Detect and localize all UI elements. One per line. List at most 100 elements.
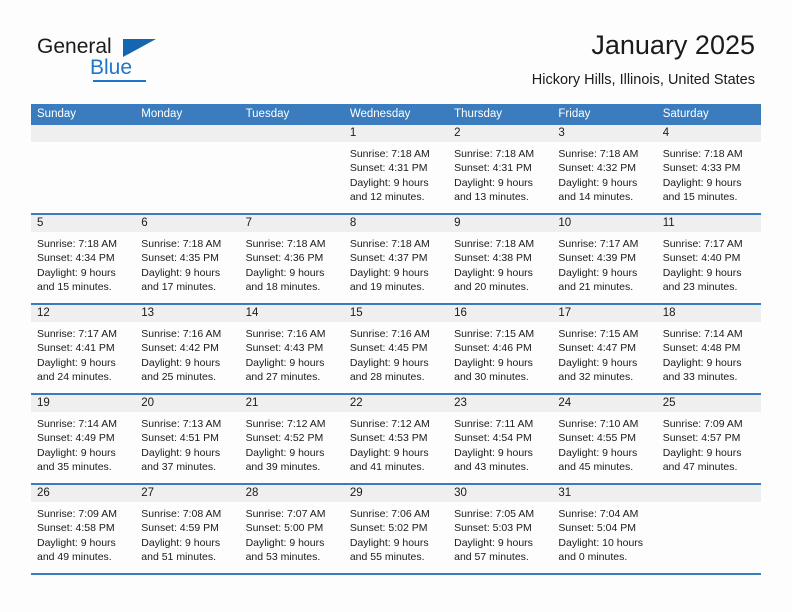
sunrise-text: Sunrise: 7:15 AM <box>454 328 535 340</box>
day-number: 28 <box>239 485 344 502</box>
day-number: 20 <box>135 395 240 412</box>
calendar-day-cell[interactable]: 18 Sunrise: 7:14 AM Sunset: 4:48 PM Dayligh… <box>656 305 761 393</box>
daylight-text-line1: Daylight: 9 hours <box>245 266 325 279</box>
calendar-day-cell[interactable]: 30 Sunrise: 7:05 AM Sunset: 5:03 PM Dayligh… <box>448 485 553 573</box>
day-sun-info: Sunrise: 7:18 AM Sunset: 4:33 PM Daylight:… <box>657 142 761 205</box>
calendar-day-cell[interactable]: 2 Sunrise: 7:18 AM Sunset: 4:31 PM Daylight… <box>448 125 553 213</box>
daylight-text-line2: and 39 minutes. <box>245 461 321 474</box>
sunset-text: Sunset: 4:55 PM <box>558 432 637 445</box>
day-number: 29 <box>343 485 449 502</box>
calendar-day-cell[interactable]: 9 Sunrise: 7:18 AM Sunset: 4:38 PM Daylight… <box>448 215 553 303</box>
calendar-page: General Blue January 2025 Hickory Hills,… <box>0 0 792 612</box>
day-sun-info: Sunrise: 7:18 AM Sunset: 4:36 PM Daylight:… <box>240 232 344 295</box>
day-number: 21 <box>239 395 344 412</box>
calendar-day-cell[interactable]: 26 Sunrise: 7:09 AM Sunset: 4:58 PM Dayligh… <box>31 485 136 573</box>
day-number: 25 <box>656 395 761 412</box>
sunrise-text: Sunrise: 7:09 AM <box>37 508 117 520</box>
daylight-text-line1: Daylight: 9 hours <box>245 446 325 459</box>
calendar-day-cell[interactable]: 23 Sunrise: 7:11 AM Sunset: 4:54 PM Dayligh… <box>448 395 553 483</box>
sunset-text: Sunset: 4:47 PM <box>558 342 637 355</box>
day-sun-info: Sunrise: 7:18 AM Sunset: 4:37 PM Daylight:… <box>344 232 448 295</box>
calendar-day-cell[interactable]: 17 Sunrise: 7:15 AM Sunset: 4:47 PM Dayligh… <box>552 305 657 393</box>
calendar-day-cell[interactable]: 15 Sunrise: 7:16 AM Sunset: 4:45 PM Dayligh… <box>343 305 449 393</box>
day-number: 5 <box>31 215 136 232</box>
calendar-day-cell[interactable]: 5 Sunrise: 7:18 AM Sunset: 4:34 PM Daylight… <box>31 215 136 303</box>
calendar-day-cell[interactable]: 11 Sunrise: 7:17 AM Sunset: 4:40 PM Dayligh… <box>656 215 761 303</box>
calendar-day-cell[interactable]: 20 Sunrise: 7:13 AM Sunset: 4:51 PM Dayligh… <box>135 395 240 483</box>
sunset-text: Sunset: 5:02 PM <box>349 522 428 535</box>
calendar-day-cell-empty <box>135 125 240 213</box>
sunset-text: Sunset: 4:43 PM <box>245 342 324 355</box>
daylight-text-line2: and 47 minutes. <box>662 461 738 474</box>
calendar-day-cell-empty <box>656 485 761 573</box>
calendar-day-cell[interactable]: 24 Sunrise: 7:10 AM Sunset: 4:55 PM Dayligh… <box>552 395 657 483</box>
day-number: 1 <box>343 125 449 142</box>
daylight-text-line1: Daylight: 9 hours <box>37 266 116 279</box>
daylight-text-line2: and 25 minutes. <box>141 371 216 384</box>
daylight-text-line2: and 49 minutes. <box>37 551 112 564</box>
weekday-header-sunday: Sunday <box>37 108 77 120</box>
day-number: 31 <box>552 485 657 502</box>
weekday-header-saturday: Saturday <box>662 108 709 120</box>
calendar-day-cell[interactable]: 12 Sunrise: 7:17 AM Sunset: 4:41 PM Dayligh… <box>31 305 136 393</box>
day-number: 2 <box>448 125 553 142</box>
calendar-day-cell[interactable]: 8 Sunrise: 7:18 AM Sunset: 4:37 PM Daylight… <box>343 215 449 303</box>
calendar-day-cell[interactable]: 7 Sunrise: 7:18 AM Sunset: 4:36 PM Daylight… <box>239 215 344 303</box>
daylight-text-line2: and 20 minutes. <box>454 281 529 294</box>
sunrise-text: Sunrise: 7:12 AM <box>349 418 430 430</box>
day-sun-info: Sunrise: 7:09 AM Sunset: 4:58 PM Daylight:… <box>31 502 135 565</box>
day-number <box>656 485 761 502</box>
calendar-day-cell[interactable]: 27 Sunrise: 7:08 AM Sunset: 4:59 PM Dayligh… <box>135 485 240 573</box>
daylight-text-line2: and 23 minutes. <box>662 281 738 294</box>
general-blue-logo[interactable]: General Blue <box>37 36 177 84</box>
calendar-day-cell[interactable]: 21 Sunrise: 7:12 AM Sunset: 4:52 PM Dayligh… <box>239 395 344 483</box>
sunrise-text: Sunrise: 7:10 AM <box>558 418 639 430</box>
sunrise-text: Sunrise: 7:14 AM <box>662 328 743 340</box>
daylight-text-line1: Daylight: 9 hours <box>349 446 429 459</box>
daylight-text-line1: Daylight: 9 hours <box>349 176 429 189</box>
sunset-text: Sunset: 4:59 PM <box>141 522 219 535</box>
calendar-day-cell[interactable]: 19 Sunrise: 7:14 AM Sunset: 4:49 PM Dayligh… <box>31 395 136 483</box>
day-number: 17 <box>552 305 657 322</box>
calendar-day-cell[interactable]: 29 Sunrise: 7:06 AM Sunset: 5:02 PM Dayligh… <box>343 485 449 573</box>
calendar-day-cell[interactable]: 1 Sunrise: 7:18 AM Sunset: 4:31 PM Daylight… <box>343 125 449 213</box>
calendar-day-cell[interactable]: 4 Sunrise: 7:18 AM Sunset: 4:33 PM Daylight… <box>656 125 761 213</box>
calendar-day-cell[interactable]: 22 Sunrise: 7:12 AM Sunset: 4:53 PM Dayligh… <box>343 395 449 483</box>
calendar-day-cell[interactable]: 28 Sunrise: 7:07 AM Sunset: 5:00 PM Dayligh… <box>239 485 344 573</box>
calendar-day-cell[interactable]: 13 Sunrise: 7:16 AM Sunset: 4:42 PM Dayligh… <box>135 305 240 393</box>
day-number: 18 <box>656 305 761 322</box>
sunset-text: Sunset: 4:32 PM <box>558 162 637 175</box>
sunrise-text: Sunrise: 7:16 AM <box>245 328 326 340</box>
page-header: General Blue January 2025 Hickory Hills,… <box>0 0 792 104</box>
sunrise-text: Sunrise: 7:12 AM <box>245 418 326 430</box>
day-sun-info: Sunrise: 7:08 AM Sunset: 4:59 PM Daylight:… <box>135 502 239 565</box>
weekday-header-monday: Monday <box>141 108 183 120</box>
day-number: 23 <box>448 395 553 412</box>
day-sun-info: Sunrise: 7:18 AM Sunset: 4:32 PM Daylight:… <box>552 142 656 205</box>
triangle-icon <box>123 39 156 57</box>
day-sun-info: Sunrise: 7:14 AM Sunset: 4:49 PM Daylight:… <box>31 412 135 475</box>
calendar-day-cell[interactable]: 16 Sunrise: 7:15 AM Sunset: 4:46 PM Dayligh… <box>448 305 553 393</box>
calendar-day-cell[interactable]: 6 Sunrise: 7:18 AM Sunset: 4:35 PM Daylight… <box>135 215 240 303</box>
sunset-text: Sunset: 4:37 PM <box>349 252 428 265</box>
day-number: 22 <box>343 395 449 412</box>
calendar-week-row: 26 Sunrise: 7:09 AM Sunset: 4:58 PM Dayligh… <box>31 485 761 575</box>
calendar-day-cell[interactable]: 10 Sunrise: 7:17 AM Sunset: 4:39 PM Dayligh… <box>552 215 657 303</box>
calendar-day-cell[interactable]: 25 Sunrise: 7:09 AM Sunset: 4:57 PM Dayligh… <box>656 395 761 483</box>
daylight-text-line2: and 55 minutes. <box>349 551 425 564</box>
logo-text-blue: Blue <box>90 56 133 79</box>
day-sun-info: Sunrise: 7:14 AM Sunset: 4:48 PM Daylight:… <box>657 322 761 385</box>
calendar-day-cell[interactable]: 3 Sunrise: 7:18 AM Sunset: 4:32 PM Daylight… <box>552 125 657 213</box>
daylight-text-line1: Daylight: 9 hours <box>37 536 116 549</box>
daylight-text-line2: and 19 minutes. <box>349 281 425 294</box>
calendar-day-cell[interactable]: 31 Sunrise: 7:04 AM Sunset: 5:04 PM Dayligh… <box>552 485 657 573</box>
daylight-text-line2: and 33 minutes. <box>662 371 738 384</box>
calendar-day-cell[interactable]: 14 Sunrise: 7:16 AM Sunset: 4:43 PM Dayligh… <box>239 305 344 393</box>
sunrise-text: Sunrise: 7:07 AM <box>245 508 326 520</box>
daylight-text-line2: and 30 minutes. <box>454 371 529 384</box>
day-sun-info: Sunrise: 7:12 AM Sunset: 4:52 PM Daylight:… <box>240 412 344 475</box>
sunrise-text: Sunrise: 7:18 AM <box>558 148 639 160</box>
daylight-text-line2: and 27 minutes. <box>245 371 321 384</box>
daylight-text-line2: and 12 minutes. <box>349 191 425 204</box>
daylight-text-line1: Daylight: 9 hours <box>37 446 116 459</box>
